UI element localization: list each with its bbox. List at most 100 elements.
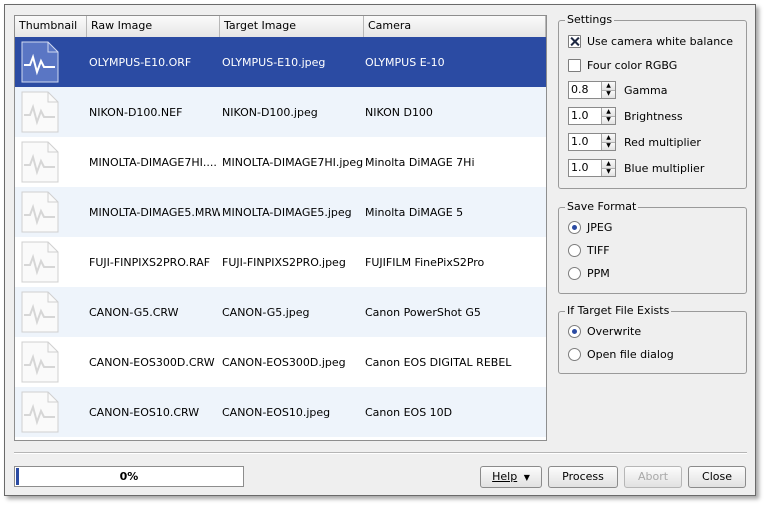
camera-cell: Canon EOS 10D	[365, 405, 453, 419]
raw-image-cell: CANON-G5.CRW	[89, 305, 179, 319]
column-header-thumbnail[interactable]: Thumbnail	[15, 16, 87, 37]
image-placeholder-icon	[15, 287, 87, 337]
target-image-cell: FUJI-FINPIXS2PRO.jpeg	[222, 255, 346, 269]
brightness-spinbox[interactable]: 1.0 ▲ ▼	[568, 107, 616, 125]
white-balance-checkbox[interactable]	[568, 35, 581, 48]
four-color-checkbox[interactable]	[568, 59, 581, 72]
white-balance-option[interactable]: Use camera white balance	[568, 35, 733, 48]
brightness-row: 1.0 ▲ ▼ Brightness	[568, 107, 683, 125]
raw-converter-dialog: Thumbnail Raw Image Target Image Camera …	[4, 4, 756, 496]
blue-multiplier-row: 1.0 ▲ ▼ Blue multiplier	[568, 159, 704, 177]
ppm-radio[interactable]	[568, 267, 581, 280]
target-image-cell: MINOLTA-DIMAGE7HI.jpeg	[222, 155, 364, 169]
table-row[interactable]: MINOLTA-DIMAGE5.MRW MINOLTA-DIMAGE5.jpeg M…	[15, 187, 546, 237]
format-option-ppm[interactable]: PPM	[568, 267, 610, 280]
progress-fill	[16, 468, 19, 485]
red-multiplier-spinbox[interactable]: 1.0 ▲ ▼	[568, 133, 616, 151]
progress-bar: 0%	[14, 466, 244, 487]
list-rows: OLYMPUS-E10.ORF OLYMPUS-E10.jpeg OLYMPUS E…	[15, 37, 546, 437]
overwrite-option[interactable]: Overwrite	[568, 325, 641, 338]
target-image-cell: CANON-EOS10.jpeg	[222, 405, 331, 419]
four-color-option[interactable]: Four color RGBG	[568, 59, 677, 72]
raw-image-cell: OLYMPUS-E10.ORF	[89, 55, 192, 69]
red-multiplier-row: 1.0 ▲ ▼ Red multiplier	[568, 133, 701, 151]
white-balance-label: Use camera white balance	[587, 35, 733, 48]
table-row[interactable]: CANON-EOS300D.CRW CANON-EOS300D.jpeg Canon…	[15, 337, 546, 387]
spin-up-down-icon[interactable]: ▲ ▼	[601, 108, 615, 124]
table-row[interactable]: OLYMPUS-E10.ORF OLYMPUS-E10.jpeg OLYMPUS E…	[15, 37, 546, 87]
jpeg-label: JPEG	[587, 221, 613, 234]
table-row[interactable]: MINOLTA-DIMAGE7HI.... MINOLTA-DIMAGE7HI.j…	[15, 137, 546, 187]
red-multiplier-value[interactable]: 1.0	[569, 134, 601, 150]
target-image-cell: CANON-EOS300D.jpeg	[222, 355, 346, 369]
gamma-spinbox[interactable]: 0.8 ▲ ▼	[568, 81, 616, 99]
triangle-down-icon: ▼	[523, 473, 530, 482]
image-placeholder-icon	[15, 87, 87, 137]
settings-group-title: Settings	[565, 13, 615, 26]
blue-multiplier-spinbox[interactable]: 1.0 ▲ ▼	[568, 159, 616, 177]
image-placeholder-icon	[15, 237, 87, 287]
table-row[interactable]: FUJI-FINPIXS2PRO.RAF FUJI-FINPIXS2PRO.jpe…	[15, 237, 546, 287]
process-button[interactable]: Process	[548, 466, 618, 488]
camera-cell: OLYMPUS E-10	[365, 55, 445, 69]
gamma-value[interactable]: 0.8	[569, 82, 601, 98]
column-header-target-image[interactable]: Target Image	[220, 16, 364, 37]
abort-button[interactable]: Abort	[624, 466, 682, 488]
format-option-jpeg[interactable]: JPEG	[568, 221, 612, 234]
raw-image-cell: MINOLTA-DIMAGE7HI....	[89, 155, 217, 169]
close-button[interactable]: Close	[688, 466, 746, 488]
brightness-label: Brightness	[624, 109, 683, 123]
camera-cell: Canon PowerShot G5	[365, 305, 481, 319]
camera-cell: Canon EOS DIGITAL REBEL	[365, 355, 512, 369]
raw-image-list[interactable]: Thumbnail Raw Image Target Image Camera …	[14, 15, 547, 441]
image-placeholder-icon	[15, 387, 87, 437]
tiff-radio[interactable]	[568, 244, 581, 257]
spin-up-down-icon[interactable]: ▲ ▼	[601, 82, 615, 98]
open-file-dialog-option[interactable]: Open file dialog	[568, 348, 674, 361]
camera-cell: Minolta DiMAGE 5	[365, 205, 464, 219]
blue-multiplier-value[interactable]: 1.0	[569, 160, 601, 176]
camera-cell: FUJIFILM FinePixS2Pro	[365, 255, 485, 269]
target-image-cell: OLYMPUS-E10.jpeg	[222, 55, 326, 69]
raw-image-cell: NIKON-D100.NEF	[89, 105, 183, 119]
open-file-dialog-radio[interactable]	[568, 348, 581, 361]
image-placeholder-icon	[15, 37, 87, 87]
target-image-cell: NIKON-D100.jpeg	[222, 105, 318, 119]
image-placeholder-icon	[15, 137, 87, 187]
red-multiplier-label: Red multiplier	[624, 135, 701, 149]
progress-text: 0%	[119, 470, 139, 483]
target-exists-title: If Target File Exists	[565, 304, 672, 317]
table-row[interactable]: NIKON-D100.NEF NIKON-D100.jpeg NIKON D100	[15, 87, 546, 137]
overwrite-label: Overwrite	[587, 325, 642, 338]
table-row[interactable]: CANON-G5.CRW CANON-G5.jpeg Canon PowerShot…	[15, 287, 546, 337]
raw-image-cell: MINOLTA-DIMAGE5.MRW	[89, 205, 220, 219]
settings-group: Settings Use camera white balance Four c…	[558, 13, 747, 189]
four-color-label: Four color RGBG	[587, 59, 678, 72]
save-format-title: Save Format	[565, 200, 639, 213]
gamma-row: 0.8 ▲ ▼ Gamma	[568, 81, 667, 99]
spin-up-down-icon[interactable]: ▲ ▼	[601, 134, 615, 150]
help-button[interactable]: Help ▼	[480, 466, 542, 488]
brightness-value[interactable]: 1.0	[569, 108, 601, 124]
column-header-camera[interactable]: Camera	[364, 16, 546, 37]
format-option-tiff[interactable]: TIFF	[568, 244, 610, 257]
blue-multiplier-label: Blue multiplier	[624, 161, 705, 175]
overwrite-radio[interactable]	[568, 325, 581, 338]
target-exists-group: If Target File Exists Overwrite Open fil…	[558, 304, 747, 374]
list-header: Thumbnail Raw Image Target Image Camera	[15, 16, 546, 37]
spin-up-down-icon[interactable]: ▲ ▼	[601, 160, 615, 176]
image-placeholder-icon	[15, 337, 87, 387]
gamma-label: Gamma	[624, 83, 668, 97]
jpeg-radio[interactable]	[568, 221, 581, 234]
bottom-separator	[14, 452, 747, 454]
target-image-cell: MINOLTA-DIMAGE5.jpeg	[222, 205, 352, 219]
tiff-label: TIFF	[587, 244, 610, 257]
ppm-label: PPM	[587, 267, 610, 280]
target-image-cell: CANON-G5.jpeg	[222, 305, 310, 319]
save-format-group: Save Format JPEG TIFF PPM	[558, 200, 747, 294]
column-header-raw-image[interactable]: Raw Image	[87, 16, 220, 37]
raw-image-cell: CANON-EOS300D.CRW	[89, 355, 215, 369]
image-placeholder-icon	[15, 187, 87, 237]
raw-image-cell: FUJI-FINPIXS2PRO.RAF	[89, 255, 211, 269]
table-row[interactable]: CANON-EOS10.CRW CANON-EOS10.jpeg Canon EOS…	[15, 387, 546, 437]
